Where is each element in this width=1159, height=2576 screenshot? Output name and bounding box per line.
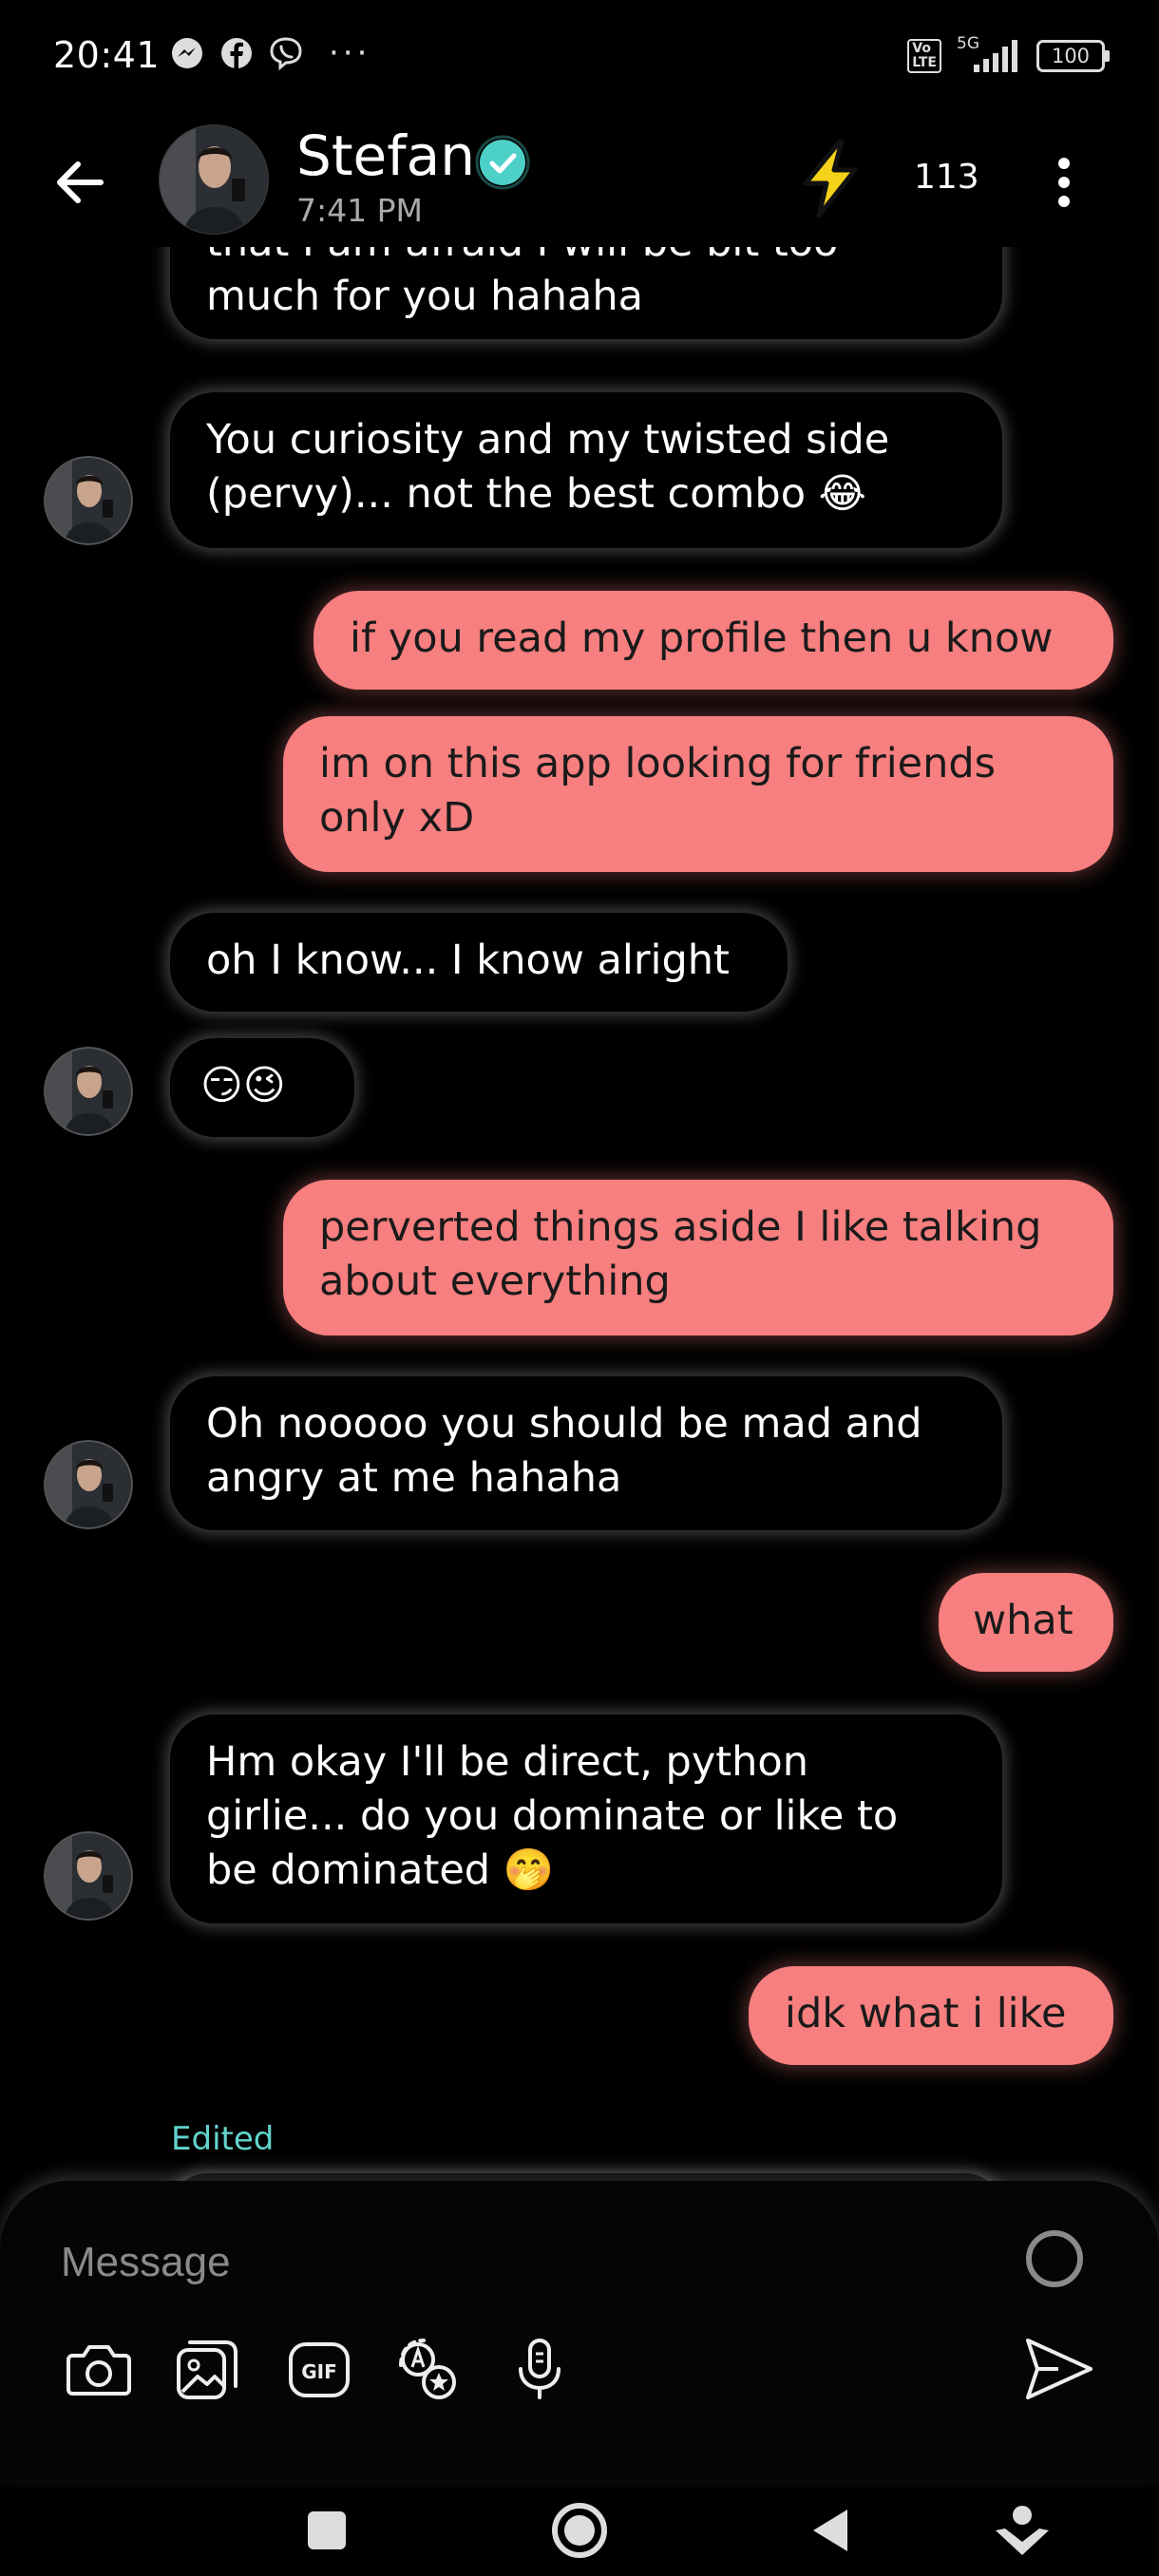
received-message[interactable]: Oh nooooo you should be mad and angry at… — [169, 1375, 1003, 1531]
status-time: 20:41 — [53, 34, 161, 76]
message-composer: GIF — [0, 2181, 1159, 2481]
received-message[interactable]: You curiosity and my twisted side (pervy… — [169, 391, 1003, 549]
more-notifications-icon: ··· — [329, 34, 371, 72]
battery-level: 100 — [1051, 45, 1091, 67]
recent-apps-icon[interactable] — [296, 2500, 357, 2561]
messenger-icon — [172, 38, 202, 68]
system-status: Vo LTE 5G 100 — [907, 34, 1110, 74]
verified-badge-icon — [475, 135, 530, 190]
home-icon[interactable] — [549, 2500, 610, 2561]
sent-message[interactable]: im on this app looking for friends only … — [283, 716, 1113, 872]
sent-message[interactable]: perverted things aside I like talking ab… — [283, 1180, 1113, 1335]
contact-avatar[interactable] — [44, 1047, 133, 1136]
contact-avatar[interactable] — [44, 1831, 133, 1921]
sent-message[interactable]: if you read my profile then u know — [314, 591, 1113, 690]
last-seen-time: 7:41 PM — [296, 192, 423, 229]
more-options-icon[interactable] — [1047, 152, 1081, 213]
signal-indicator: 5G — [957, 34, 1021, 74]
chat-header: Stefan 7:41 PM 113 — [0, 114, 1159, 247]
battery-icon: 100 — [1036, 40, 1110, 72]
microphone-icon[interactable] — [504, 2333, 576, 2405]
contact-name[interactable]: Stefan — [296, 123, 475, 188]
contact-avatar[interactable] — [44, 1440, 133, 1529]
sent-message[interactable]: what — [939, 1573, 1113, 1672]
character-ring-icon — [1026, 2230, 1083, 2287]
notification-icons: ··· — [169, 34, 370, 72]
message-input[interactable] — [59, 2238, 918, 2287]
back-icon[interactable] — [802, 2500, 863, 2561]
signal-icon — [974, 40, 1017, 72]
volte-icon: Vo LTE — [907, 39, 941, 73]
back-arrow-icon[interactable] — [49, 152, 110, 213]
edited-label: Edited — [171, 2120, 275, 2158]
contact-avatar[interactable] — [44, 456, 133, 545]
viber-icon — [270, 37, 302, 71]
lightning-bolt-icon[interactable] — [794, 138, 866, 219]
message-list[interactable]: that I am afraid I will be bit too much … — [0, 247, 1159, 2185]
send-icon[interactable] — [1020, 2333, 1096, 2405]
gif-label: GIF — [301, 2360, 337, 2383]
points-count[interactable]: 113 — [914, 158, 979, 197]
translate-sticker-icon[interactable] — [391, 2333, 464, 2405]
contact-avatar[interactable] — [158, 123, 270, 236]
facebook-icon — [221, 38, 252, 68]
sent-message[interactable]: idk what i like — [749, 1966, 1113, 2065]
received-message[interactable]: Hm okay I'll be direct, python girlie...… — [169, 1714, 1003, 1924]
camera-icon[interactable] — [63, 2333, 135, 2405]
gif-icon[interactable]: GIF — [283, 2333, 355, 2405]
gallery-icon[interactable] — [171, 2333, 243, 2405]
received-message[interactable]: 😏😉 — [169, 1037, 355, 1138]
received-message[interactable]: oh I know... I know alright — [169, 912, 788, 1013]
system-navigation-bar — [0, 2481, 1159, 2576]
assistant-icon[interactable] — [992, 2500, 1053, 2561]
received-message[interactable]: that I am afraid I will be bit too much … — [169, 247, 1003, 340]
status-bar: 20:41 ··· Vo LTE 5G 100 — [0, 0, 1159, 114]
